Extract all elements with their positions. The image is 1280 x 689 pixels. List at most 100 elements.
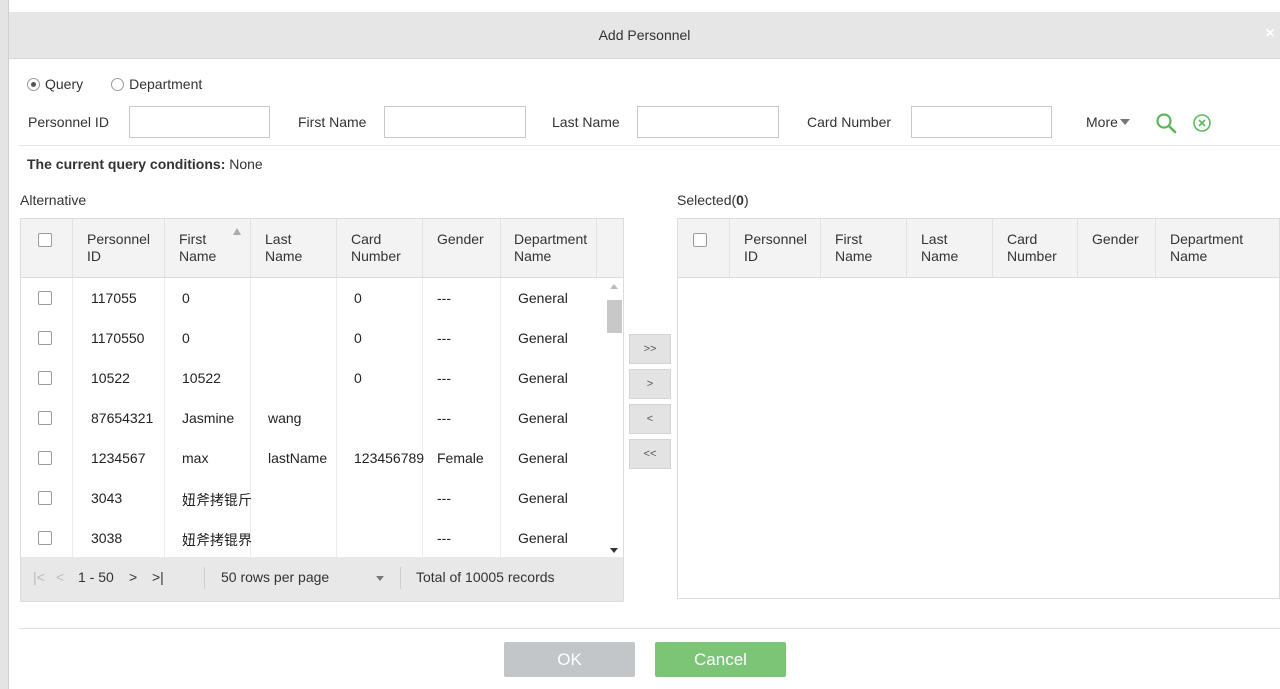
sort-ascending-icon[interactable] [233, 228, 241, 235]
row-checkbox[interactable] [38, 531, 52, 545]
search-icon[interactable] [1155, 112, 1177, 134]
selected-label-suffix: ) [743, 192, 749, 208]
col-first-name-line2: Name [179, 248, 217, 264]
close-icon[interactable]: × [1262, 24, 1278, 44]
selected-col-last-name[interactable]: Last Name [907, 219, 993, 277]
last-name-input[interactable] [637, 106, 779, 138]
selected-col-card-number[interactable]: Card Number [993, 219, 1078, 277]
more-dropdown[interactable]: More [1086, 114, 1130, 130]
row-checkbox[interactable] [38, 451, 52, 465]
mode-radio-group: Query Department [27, 75, 230, 93]
footer-divider [19, 628, 1280, 629]
col-personnel-id-line2: ID [87, 248, 101, 264]
table-cell: --- [437, 530, 451, 546]
ok-button[interactable]: OK [504, 642, 635, 677]
selected-col-personnel-id[interactable]: Personnel ID [730, 219, 821, 277]
table-cell: --- [437, 370, 451, 386]
col-last-name[interactable]: Last Name [251, 219, 337, 277]
table-cell: 0 [354, 290, 362, 306]
table-cell: --- [437, 490, 451, 506]
selected-count: 0 [736, 192, 744, 208]
table-cell: General [518, 330, 568, 346]
personnel-id-input[interactable] [129, 106, 270, 138]
table-row[interactable]: 1234567 max lastName 123456789 Female General [21, 438, 601, 478]
vertical-scrollbar[interactable] [605, 278, 623, 559]
table-cell: 1234567 [91, 450, 146, 466]
selected-col-card-number-line2: Number [1007, 248, 1057, 264]
row-checkbox[interactable] [38, 371, 52, 385]
scroll-up-icon[interactable] [610, 284, 618, 289]
selected-col-first-name[interactable]: First Name [821, 219, 907, 277]
row-checkbox[interactable] [38, 291, 52, 305]
table-cell: 3043 [91, 490, 123, 506]
prev-page-button[interactable]: < [56, 569, 64, 585]
table-row[interactable]: 3043 妞斧拷锟斤 --- General [21, 478, 601, 518]
col-department-name-line1: Department [514, 231, 588, 247]
table-cell: General [518, 530, 568, 546]
table-cell: Female [437, 450, 484, 466]
first-page-button[interactable]: |< [33, 569, 45, 585]
radio-department-label: Department [129, 76, 203, 92]
add-selected-button[interactable]: > [629, 369, 671, 399]
table-cell: 117055 [91, 290, 137, 306]
radio-department[interactable]: Department [111, 76, 202, 92]
add-all-button[interactable]: >> [629, 334, 671, 364]
chevron-down-icon[interactable] [376, 576, 384, 581]
query-conditions-value: None [229, 156, 263, 172]
selected-col-department-name[interactable]: Department Name [1156, 219, 1279, 277]
selected-col-first-name-line1: First [835, 231, 863, 247]
selected-grid-header: Personnel ID First Name Last Name Card N… [678, 219, 1279, 278]
cancel-button[interactable]: Cancel [655, 642, 786, 677]
col-card-number[interactable]: Card Number [337, 219, 423, 277]
col-personnel-id-line1: Personnel [87, 231, 151, 247]
table-row[interactable]: 87654321 Jasmine wang --- General [21, 398, 601, 438]
last-page-button[interactable]: >| [152, 569, 164, 585]
add-personnel-dialog: Add Personnel × Query Department Personn… [9, 0, 1280, 689]
card-number-input[interactable] [911, 106, 1052, 138]
table-cell: General [518, 370, 568, 386]
remove-all-button[interactable]: << [629, 439, 671, 469]
row-checkbox[interactable] [38, 331, 52, 345]
selected-select-all-checkbox[interactable] [693, 233, 707, 247]
table-row[interactable]: 10522 10522 0 --- General [21, 358, 601, 398]
selected-col-department-name-line1: Department [1170, 231, 1244, 247]
divider [19, 145, 1280, 146]
col-department-name-line2: Name [514, 248, 552, 264]
scroll-down-icon[interactable] [610, 548, 618, 553]
col-card-number-line2: Number [351, 248, 401, 264]
first-name-input[interactable] [384, 106, 526, 138]
rows-per-page-select[interactable]: 50 rows per page [221, 569, 329, 585]
table-cell: 1170550 [91, 330, 145, 346]
col-gender[interactable]: Gender [423, 219, 501, 277]
next-page-button[interactable]: > [129, 569, 137, 585]
col-first-name[interactable]: First Name [165, 219, 251, 277]
caret-down-icon [1119, 119, 1130, 125]
selected-col-card-number-line1: Card [1007, 231, 1038, 247]
radio-query[interactable]: Query [27, 76, 83, 92]
remove-selected-button[interactable]: < [629, 404, 671, 434]
row-checkbox[interactable] [38, 491, 52, 505]
table-row[interactable]: 117055 0 0 --- General [21, 278, 601, 318]
table-cell: General [518, 410, 568, 426]
selected-col-gender-line1: Gender [1092, 231, 1139, 247]
table-cell: --- [437, 410, 451, 426]
table-cell: 妞斧拷锟斤 [182, 492, 252, 508]
select-all-checkbox[interactable] [38, 233, 52, 247]
table-cell: 87654321 [91, 410, 154, 426]
col-last-name-line1: Last [265, 231, 292, 247]
row-checkbox[interactable] [38, 411, 52, 425]
col-personnel-id[interactable]: Personnel ID [73, 219, 165, 277]
clear-circle-icon[interactable] [1192, 113, 1212, 133]
pager-divider [204, 567, 205, 589]
table-row[interactable]: 3038 妞斧拷锟界 --- General [21, 518, 601, 558]
selected-col-gender[interactable]: Gender [1078, 219, 1156, 277]
table-cell: wang [268, 410, 302, 426]
col-department-name[interactable]: Department Name [501, 219, 597, 277]
selected-col-department-name-line2: Name [1170, 248, 1208, 264]
scrollbar-thumb[interactable] [607, 300, 622, 333]
table-cell: General [518, 450, 568, 466]
radio-query-indicator[interactable] [27, 77, 40, 91]
selected-col-last-name-line2: Name [921, 248, 959, 264]
radio-department-indicator[interactable] [111, 77, 125, 91]
table-row[interactable]: 1170550 0 0 --- General [21, 318, 601, 358]
